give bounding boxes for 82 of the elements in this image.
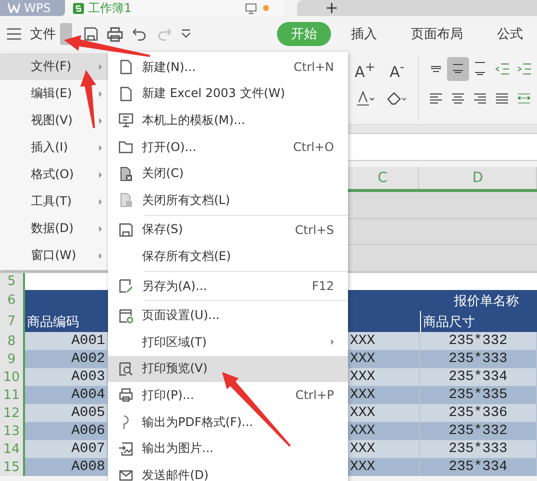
table-cell: XXX: [348, 368, 420, 386]
menu-item[interactable]: 文件(F): [0, 53, 108, 80]
file-menu-button[interactable]: 文件: [30, 25, 56, 43]
header-cell: 商品尺寸: [420, 311, 537, 332]
table-cell: A008: [25, 458, 108, 476]
table-cell: A003: [25, 368, 108, 386]
status-dot: [263, 5, 269, 11]
menu-item[interactable]: 数据(D): [0, 215, 108, 242]
table-cell: 235*332: [420, 332, 537, 350]
table-cell: A006: [25, 422, 108, 440]
table-cell: 235*336: [420, 404, 537, 422]
table-cell: XXX: [348, 386, 420, 404]
document-icon: [118, 59, 134, 76]
more-icon[interactable]: [180, 29, 192, 39]
font-size-button[interactable]: A$^{+}$: [352, 58, 378, 82]
page-setup-icon: [118, 308, 134, 324]
table-cell: 235*333: [420, 440, 537, 458]
menu-item[interactable]: 窗口(W): [0, 242, 108, 269]
align-icon: [475, 62, 485, 76]
submenu-item[interactable]: 保存所有文档(E): [108, 243, 348, 270]
table-cell: XXX: [348, 404, 420, 422]
print-icon: [118, 387, 134, 404]
table-cell: A004: [25, 386, 108, 404]
align-icon: [431, 66, 441, 72]
print-icon[interactable]: [106, 26, 124, 42]
table-cell: 235*333: [420, 350, 537, 368]
ribbon-tab[interactable]: 页面布局: [397, 22, 477, 46]
submenu-item[interactable]: 发送邮件(D): [108, 462, 348, 481]
table-cell: XXX: [348, 440, 420, 458]
submenu-item[interactable]: 输出为图片...: [108, 435, 348, 462]
menu-icon[interactable]: [6, 28, 22, 40]
table-cell: XXX: [348, 332, 420, 350]
menu-item[interactable]: 工具(T): [0, 188, 108, 215]
image-export-icon: [118, 440, 134, 457]
save-icon[interactable]: [84, 27, 98, 41]
save-icon: [118, 222, 134, 238]
table-cell: XXX: [348, 422, 420, 440]
document-icon: [118, 86, 134, 102]
submenu-item[interactable]: 打印预览(V): [108, 356, 348, 382]
submenu-item[interactable]: 新建 Excel 2003 文件(W): [108, 80, 348, 108]
ribbon-tab[interactable]: 插入: [337, 22, 391, 46]
submenu-item[interactable]: 关闭(C): [108, 160, 348, 187]
sheet-title: 报价单名称: [454, 292, 519, 310]
align-icon: [453, 64, 463, 74]
font-size-button[interactable]: A$^{-}$: [384, 58, 410, 82]
table-cell: 235*334: [420, 458, 537, 476]
submenu-item[interactable]: 打印区域(T): [108, 328, 348, 356]
table-cell: A007: [25, 440, 108, 458]
submenu-item[interactable]: 新建(N)... Ctrl+N: [108, 54, 348, 81]
table-cell: XXX: [348, 458, 420, 476]
submenu-item[interactable]: 关闭所有文档(L): [108, 186, 348, 214]
menu-item[interactable]: 格式(O): [0, 161, 108, 188]
table-cell: A001: [25, 332, 108, 350]
submenu-item[interactable]: 打印(P)... Ctrl+P: [108, 382, 348, 409]
table-cell: 235*335: [420, 386, 537, 404]
new-tab-button[interactable]: +: [297, 0, 537, 16]
table-cell: A005: [25, 404, 108, 422]
table-cell: 235*332: [420, 422, 537, 440]
header-cell: 商品编码: [25, 311, 108, 332]
wps-logo-icon: [8, 3, 20, 13]
vertical-align-button[interactable]: [447, 57, 469, 81]
submenu-item[interactable]: 本机上的模板(M)...: [108, 107, 348, 134]
submenu-item[interactable]: 打开(O)... Ctrl+O: [108, 134, 348, 160]
monitor-icon: [118, 112, 134, 128]
table-cell: 235*334: [420, 368, 537, 386]
table-cell: XXX: [348, 350, 420, 368]
undo-icon[interactable]: [132, 26, 148, 42]
submenu-item[interactable]: 输出为PDF格式(F)...: [108, 408, 348, 436]
table-cell: A002: [25, 350, 108, 368]
close-document-icon: [118, 166, 134, 182]
ribbon-tab[interactable]: 公式: [483, 22, 537, 46]
save-as-icon: [118, 278, 134, 294]
folder-icon: [118, 139, 134, 156]
submenu-item[interactable]: 保存(S) Ctrl+S: [108, 216, 348, 244]
menu-item[interactable]: 插入(I): [0, 134, 108, 161]
submenu-item[interactable]: 页面设置(U)...: [108, 302, 348, 329]
spreadsheet-icon: [73, 2, 84, 14]
print-preview-icon: [118, 360, 134, 377]
monitor-icon: [245, 2, 257, 14]
annotation-arrow: [80, 70, 96, 128]
submenu-item[interactable]: 另存为(A)... F12: [108, 272, 348, 300]
close-documents-icon: [118, 192, 134, 208]
